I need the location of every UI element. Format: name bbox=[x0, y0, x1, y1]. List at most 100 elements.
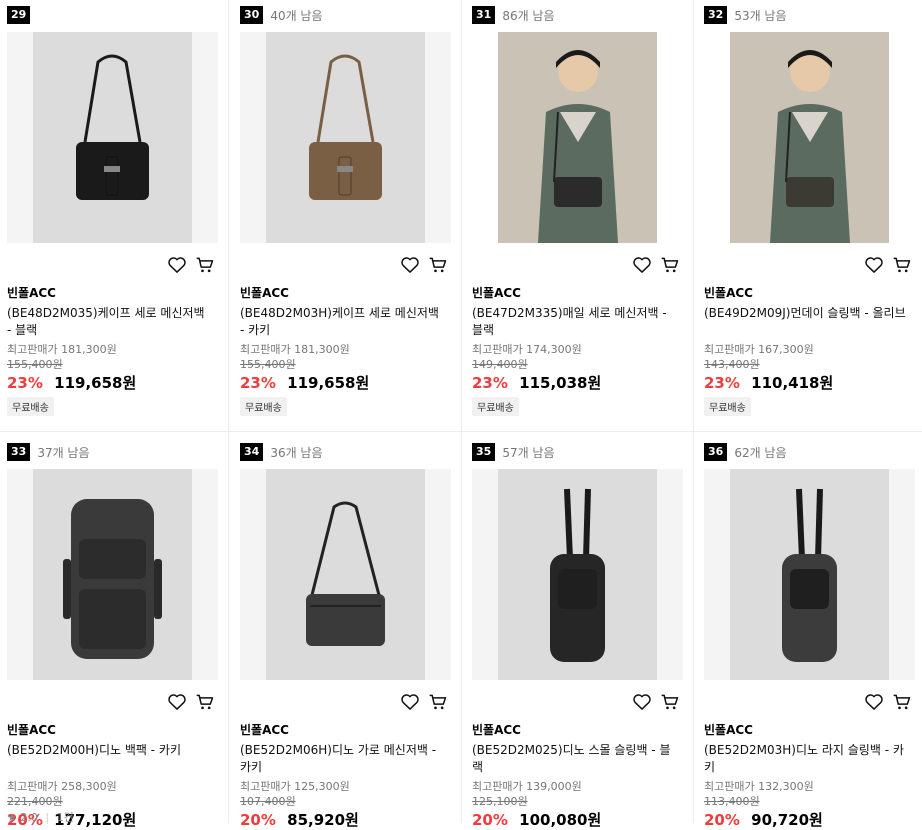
product-image[interactable] bbox=[704, 469, 915, 680]
discount-rate: 23% bbox=[240, 374, 276, 392]
brand-name[interactable]: 빈폴ACC bbox=[704, 284, 753, 301]
product-card[interactable]: 33 37개 남음 빈폴ACC (BE52D2M00H)디노 백팩 - 카키 최… bbox=[7, 443, 222, 829]
brand-name[interactable]: 빈폴ACC bbox=[472, 284, 521, 301]
max-price-value: 139,000원 bbox=[526, 780, 582, 793]
product-card[interactable]: 32 53개 남음 빈폴ACC (BE49D2M09J)먼데이 슬링백 - 올리… bbox=[704, 6, 919, 416]
rank-badge: 34 bbox=[240, 443, 264, 461]
max-price: 최고판매가 258,300원 bbox=[7, 778, 117, 794]
product-name[interactable]: (BE52D2M025)디노 스몰 슬링백 - 블랙 bbox=[472, 742, 677, 776]
stock-remaining: 37개 남음 bbox=[37, 445, 90, 460]
max-price-label: 최고판매가 bbox=[472, 343, 523, 356]
rating-value: 2.0 bbox=[20, 811, 38, 824]
divider bbox=[228, 0, 229, 823]
heart-icon[interactable] bbox=[632, 692, 652, 712]
cart-icon[interactable] bbox=[660, 255, 680, 275]
max-price-value: 132,300원 bbox=[758, 780, 814, 793]
cart-icon[interactable] bbox=[660, 692, 680, 712]
product-image[interactable] bbox=[472, 469, 683, 680]
rank-badge: 35 bbox=[472, 443, 496, 461]
brand-name[interactable]: 빈폴ACC bbox=[7, 721, 56, 738]
heart-icon[interactable] bbox=[167, 255, 187, 275]
rank-row: 29 bbox=[7, 6, 37, 24]
heart-icon[interactable] bbox=[864, 255, 884, 275]
price-line: 23% 119,658원 bbox=[240, 372, 369, 393]
product-card[interactable]: 35 57개 남음 빈폴ACC (BE52D2M025)디노 스몰 슬링백 - … bbox=[472, 443, 687, 829]
product-name[interactable]: (BE52D2M06H)디노 가로 메신저백 - 카키 bbox=[240, 742, 445, 776]
cart-icon[interactable] bbox=[195, 255, 215, 275]
product-name[interactable]: (BE52D2M00H)디노 백팩 - 카키 bbox=[7, 742, 212, 759]
brand-name[interactable]: 빈폴ACC bbox=[240, 721, 289, 738]
card-actions bbox=[864, 692, 912, 712]
rank-badge: 30 bbox=[240, 6, 264, 24]
original-price: 155,400원 bbox=[7, 358, 63, 371]
rank-badge: 36 bbox=[704, 443, 728, 461]
cart-icon[interactable] bbox=[428, 692, 448, 712]
max-price: 최고판매가 181,300원 bbox=[7, 341, 117, 357]
product-image[interactable] bbox=[472, 32, 683, 243]
rank-badge: 33 bbox=[7, 443, 31, 461]
product-card[interactable]: 34 36개 남음 빈폴ACC (BE52D2M06H)디노 가로 메신저백 -… bbox=[240, 443, 455, 829]
review-count[interactable]: 1건 bbox=[57, 811, 74, 824]
product-image[interactable] bbox=[704, 32, 915, 243]
free-shipping-badge: 무료배송 bbox=[704, 397, 751, 416]
product-name[interactable]: (BE52D2M03H)디노 라지 슬링백 - 카키 bbox=[704, 742, 909, 776]
brand-name[interactable]: 빈폴ACC bbox=[472, 721, 521, 738]
heart-icon[interactable] bbox=[400, 255, 420, 275]
cart-icon[interactable] bbox=[428, 255, 448, 275]
rank-row: 31 86개 남음 bbox=[472, 6, 555, 24]
divider bbox=[461, 0, 462, 823]
sale-price: 110,418원 bbox=[751, 374, 834, 392]
max-price: 최고판매가 181,300원 bbox=[240, 341, 350, 357]
product-image[interactable] bbox=[240, 32, 451, 243]
heart-icon[interactable] bbox=[632, 255, 652, 275]
card-actions bbox=[864, 255, 912, 275]
max-price-value: 181,300원 bbox=[294, 343, 350, 356]
price-line: 20% 100,080원 bbox=[472, 809, 601, 830]
cart-icon[interactable] bbox=[195, 692, 215, 712]
product-image[interactable] bbox=[7, 32, 218, 243]
divider bbox=[693, 0, 694, 823]
original-price: 107,400원 bbox=[240, 795, 296, 808]
product-card[interactable]: 36 62개 남음 빈폴ACC (BE52D2M03H)디노 라지 슬링백 - … bbox=[704, 443, 919, 829]
sale-price: 90,720원 bbox=[751, 811, 823, 829]
rank-row: 33 37개 남음 bbox=[7, 443, 90, 461]
card-actions bbox=[400, 692, 448, 712]
product-name[interactable]: (BE49D2M09J)먼데이 슬링백 - 올리브 bbox=[704, 305, 909, 322]
discount-rate: 20% bbox=[472, 811, 508, 829]
max-price: 최고판매가 125,300원 bbox=[240, 778, 350, 794]
product-name[interactable]: (BE48D2M035)케이프 세로 메신저백 - 블랙 bbox=[7, 305, 212, 339]
separator: | bbox=[45, 811, 50, 824]
discount-rate: 23% bbox=[7, 374, 43, 392]
cart-icon[interactable] bbox=[892, 692, 912, 712]
original-price: 143,400원 bbox=[704, 358, 760, 371]
card-actions bbox=[167, 692, 215, 712]
product-image[interactable] bbox=[240, 469, 451, 680]
product-card[interactable]: 31 86개 남음 빈폴ACC (BE47D2M335)매일 세로 메신저백 -… bbox=[472, 6, 687, 416]
brand-name[interactable]: 빈폴ACC bbox=[704, 721, 753, 738]
cart-icon[interactable] bbox=[892, 255, 912, 275]
heart-icon[interactable] bbox=[400, 692, 420, 712]
product-image[interactable] bbox=[7, 469, 218, 680]
product-card[interactable]: 29 빈폴ACC (BE48D2M035)케이프 세로 메신저백 - 블랙 최고… bbox=[7, 6, 222, 416]
original-price: 113,400원 bbox=[704, 795, 760, 808]
heart-icon[interactable] bbox=[864, 692, 884, 712]
max-price-label: 최고판매가 bbox=[7, 780, 58, 793]
card-actions bbox=[400, 255, 448, 275]
rank-badge: 31 bbox=[472, 6, 496, 24]
card-actions bbox=[632, 255, 680, 275]
max-price: 최고판매가 139,000원 bbox=[472, 778, 582, 794]
heart-icon[interactable] bbox=[167, 692, 187, 712]
free-shipping-badge: 무료배송 bbox=[472, 397, 519, 416]
product-card[interactable]: 30 40개 남음 빈폴ACC (BE48D2M03H)케이프 세로 메신저백 … bbox=[240, 6, 455, 416]
max-price-value: 258,300원 bbox=[61, 780, 117, 793]
sale-price: 100,080원 bbox=[519, 811, 602, 829]
divider bbox=[0, 431, 922, 432]
brand-name[interactable]: 빈폴ACC bbox=[240, 284, 289, 301]
brand-name[interactable]: 빈폴ACC bbox=[7, 284, 56, 301]
price-line: 20% 85,920원 bbox=[240, 809, 359, 830]
original-price: 149,400원 bbox=[472, 358, 528, 371]
max-price: 최고판매가 132,300원 bbox=[704, 778, 814, 794]
product-name[interactable]: (BE48D2M03H)케이프 세로 메신저백 - 카키 bbox=[240, 305, 445, 339]
product-name[interactable]: (BE47D2M335)매일 세로 메신저백 - 블랙 bbox=[472, 305, 677, 339]
max-price-value: 174,300원 bbox=[526, 343, 582, 356]
